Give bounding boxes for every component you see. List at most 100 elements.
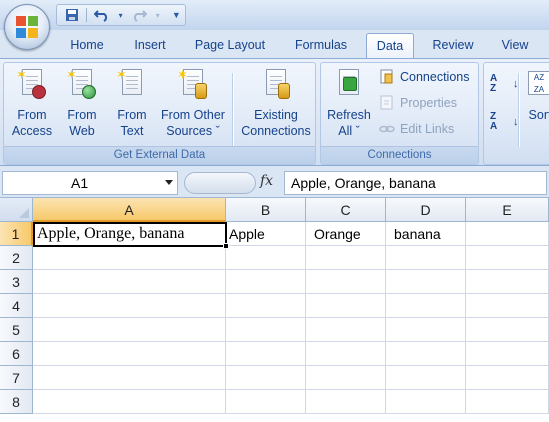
- undo-icon[interactable]: [93, 6, 110, 24]
- cell-e6[interactable]: [466, 342, 549, 366]
- cell-e3[interactable]: [466, 270, 549, 294]
- cell-a3[interactable]: [33, 270, 226, 294]
- cell-b6[interactable]: [226, 342, 306, 366]
- cell-d1[interactable]: banana: [386, 222, 466, 246]
- refresh-all-button[interactable]: Refresh All ˇ: [323, 67, 375, 139]
- row-header-5[interactable]: 5: [0, 318, 33, 342]
- row-header-4[interactable]: 4: [0, 294, 33, 318]
- row-header-6[interactable]: 6: [0, 342, 33, 366]
- edit-links-button[interactable]: Edit Links: [379, 120, 454, 138]
- group-get-external-data: ✶ From Access ✶ From Web ✶ From Text ✶ F…: [3, 62, 316, 165]
- tab-page-layout[interactable]: Page Layout: [188, 36, 272, 58]
- cell-c3[interactable]: [306, 270, 386, 294]
- tab-view[interactable]: View: [493, 36, 537, 58]
- redo-icon[interactable]: [130, 6, 148, 24]
- fill-handle[interactable]: [223, 243, 229, 249]
- cell-d3[interactable]: [386, 270, 466, 294]
- cell-b2[interactable]: [226, 246, 306, 270]
- column-header-c[interactable]: C: [306, 198, 386, 222]
- connections-label: Connections: [400, 70, 470, 84]
- connections-button[interactable]: Connections: [379, 68, 470, 86]
- column-header-a[interactable]: A: [33, 198, 226, 222]
- cell-a6[interactable]: [33, 342, 226, 366]
- cell-b8[interactable]: [226, 390, 306, 414]
- cell-b5[interactable]: [226, 318, 306, 342]
- sort-descending-button[interactable]: ZA ↓: [490, 112, 519, 132]
- insert-function-icon[interactable]: fx: [260, 173, 273, 189]
- group-label-connections: Connections: [321, 146, 478, 164]
- office-button[interactable]: [4, 4, 50, 50]
- group-divider: [518, 73, 519, 147]
- name-box-dropdown-icon[interactable]: [165, 180, 173, 185]
- cell-e5[interactable]: [466, 318, 549, 342]
- from-access-button[interactable]: ✶ From Access: [10, 67, 54, 139]
- row-header-2[interactable]: 2: [0, 246, 33, 270]
- cell-c5[interactable]: [306, 318, 386, 342]
- cell-a2[interactable]: [33, 246, 226, 270]
- tab-review[interactable]: Review: [427, 36, 479, 58]
- redo-dropdown-icon[interactable]: ▾: [154, 6, 162, 24]
- from-other-sources-button[interactable]: ✶ From Other Sources ˇ: [158, 67, 228, 139]
- cell-c2[interactable]: [306, 246, 386, 270]
- cell-a7[interactable]: [33, 366, 226, 390]
- sort-button[interactable]: AZZA Sort: [520, 67, 549, 123]
- properties-button[interactable]: Properties: [379, 94, 457, 112]
- cell-b3[interactable]: [226, 270, 306, 294]
- tab-home[interactable]: Home: [62, 36, 112, 58]
- cell-b7[interactable]: [226, 366, 306, 390]
- cell-d8[interactable]: [386, 390, 466, 414]
- row-header-3[interactable]: 3: [0, 270, 33, 294]
- sort-az-icon: AZ: [490, 73, 498, 94]
- cell-e4[interactable]: [466, 294, 549, 318]
- select-all-button[interactable]: [0, 198, 33, 222]
- cell-d2[interactable]: [386, 246, 466, 270]
- tab-data[interactable]: Data: [366, 33, 414, 60]
- from-web-line2: Web: [69, 124, 95, 138]
- cell-e2[interactable]: [466, 246, 549, 270]
- cell-c4[interactable]: [306, 294, 386, 318]
- cell-d4[interactable]: [386, 294, 466, 318]
- from-web-line1: From: [67, 108, 97, 122]
- formula-input[interactable]: Apple, Orange, banana: [284, 171, 547, 195]
- sort-label: Sort: [528, 108, 549, 122]
- customize-icon[interactable]: ▼: [168, 6, 185, 24]
- cell-c7[interactable]: [306, 366, 386, 390]
- from-web-button[interactable]: ✶ From Web: [60, 67, 104, 139]
- web-icon: ✶: [66, 67, 98, 101]
- from-access-line1: From: [17, 108, 47, 122]
- from-text-button[interactable]: ✶ From Text: [110, 67, 154, 139]
- refresh-icon: [333, 67, 365, 101]
- cell-a1[interactable]: Apple, Orange, banana: [33, 222, 227, 247]
- formula-bar-expand-handle[interactable]: [184, 172, 256, 194]
- row-header-7[interactable]: 7: [0, 366, 33, 390]
- cell-c1[interactable]: Orange: [306, 222, 386, 246]
- tab-formulas[interactable]: Formulas: [287, 36, 355, 58]
- tab-insert[interactable]: Insert: [126, 36, 174, 58]
- link-icon: [379, 121, 395, 137]
- from-access-line2: Access: [11, 124, 53, 138]
- column-header-e[interactable]: E: [466, 198, 549, 222]
- column-header-d[interactable]: D: [386, 198, 466, 222]
- cell-d6[interactable]: [386, 342, 466, 366]
- undo-dropdown-icon[interactable]: ▾: [117, 6, 125, 24]
- cell-b1[interactable]: Apple: [226, 222, 306, 246]
- row-header-8[interactable]: 8: [0, 390, 33, 414]
- cell-a8[interactable]: [33, 390, 226, 414]
- save-icon[interactable]: [63, 6, 80, 24]
- sort-ascending-button[interactable]: AZ ↓: [490, 73, 519, 94]
- row-header-1[interactable]: 1: [0, 222, 33, 246]
- cell-d7[interactable]: [386, 366, 466, 390]
- cell-c8[interactable]: [306, 390, 386, 414]
- name-box[interactable]: A1: [2, 171, 178, 195]
- column-header-b[interactable]: B: [226, 198, 306, 222]
- cell-a5[interactable]: [33, 318, 226, 342]
- cell-e1[interactable]: [466, 222, 549, 246]
- existing-connections-button[interactable]: Existing Connections: [238, 67, 314, 139]
- cell-a4[interactable]: [33, 294, 226, 318]
- cell-e7[interactable]: [466, 366, 549, 390]
- cell-b4[interactable]: [226, 294, 306, 318]
- cell-e8[interactable]: [466, 390, 549, 414]
- cell-c6[interactable]: [306, 342, 386, 366]
- ribbon-tabs: Home Insert Page Layout Formulas Data Re…: [0, 30, 549, 60]
- cell-d5[interactable]: [386, 318, 466, 342]
